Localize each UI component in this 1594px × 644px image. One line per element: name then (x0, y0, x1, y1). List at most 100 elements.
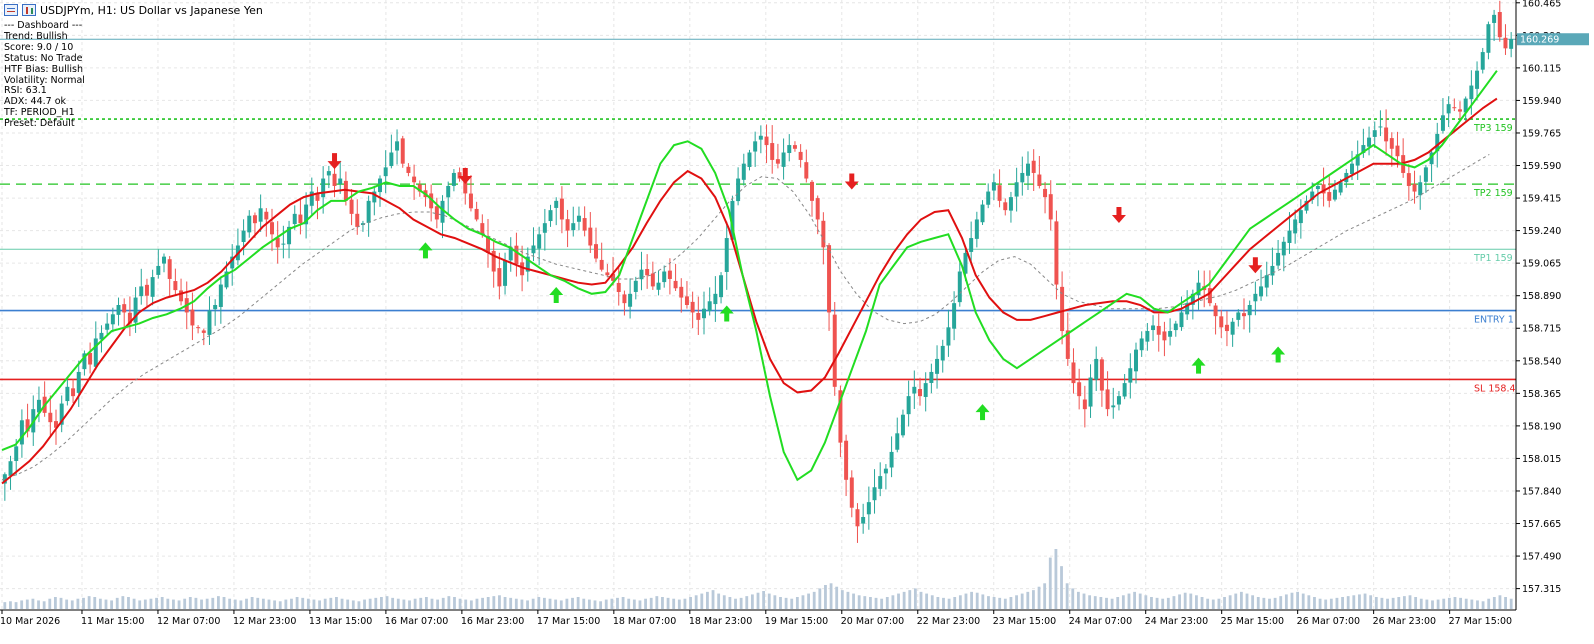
volume-bar (947, 598, 951, 609)
volume-bar (25, 599, 29, 609)
volume-bar (436, 599, 440, 609)
x-tick-label: 12 Mar 07:00 (157, 616, 220, 627)
candle-body (798, 151, 803, 160)
volume-bar (475, 598, 479, 609)
candle-body (1287, 230, 1292, 243)
volume-bar (750, 594, 754, 609)
candle-body (957, 271, 962, 303)
volume-bar (1037, 586, 1041, 609)
volume-bar (1464, 598, 1468, 609)
volume-bar (1071, 588, 1075, 609)
volume-bar (155, 597, 158, 609)
candle-body (1219, 316, 1224, 328)
candle-body (252, 215, 257, 224)
candle-body (605, 272, 610, 276)
volume-bar (492, 596, 496, 609)
candle-body (321, 178, 326, 198)
candle-body (1503, 37, 1508, 49)
volume-bar (70, 600, 74, 609)
buy-signal-arrow-shape (549, 286, 564, 303)
volume-bar (1453, 597, 1457, 609)
candle-body (105, 323, 110, 330)
volume-bar (1121, 595, 1125, 609)
candle-body (1509, 39, 1514, 49)
candle-body (792, 145, 797, 149)
candle-body (872, 487, 877, 501)
buy-signal-arrow-shape (418, 242, 433, 259)
candle-body (753, 141, 758, 152)
volume-bar (1425, 599, 1429, 609)
list-icon[interactable] (4, 4, 18, 16)
candle-body (1378, 126, 1383, 128)
candle-body (179, 290, 184, 302)
level-label-tp1: TP1 159 (1473, 253, 1513, 264)
candle-body (821, 220, 826, 248)
candle-body (173, 281, 178, 291)
volume-bar (1178, 594, 1181, 609)
volume-bar (897, 593, 900, 609)
candlestick-icon[interactable] (22, 4, 36, 16)
volume-bar (863, 596, 867, 609)
candle-body (497, 268, 502, 287)
volume-bar (1470, 599, 1474, 609)
level-label-tp3: TP3 159 (1473, 123, 1513, 134)
candle-body (980, 204, 985, 223)
candle-body (1173, 323, 1178, 331)
sell-signal-arrow-shape (458, 167, 473, 184)
candle-body (883, 468, 888, 474)
candle-body (1105, 389, 1110, 410)
sell-signal-arrow (458, 167, 473, 184)
candle-body (474, 208, 479, 220)
volume-bar (1273, 597, 1277, 609)
volume-bar (1223, 597, 1226, 609)
volume-bar (1374, 597, 1378, 609)
y-tick-label: 157.840 (1522, 486, 1561, 497)
volume-bar (447, 596, 451, 609)
x-tick-label: 25 Mar 15:00 (1221, 616, 1284, 627)
candle-body (1389, 138, 1394, 149)
volume-bar (1009, 597, 1013, 609)
volume-bar (531, 598, 535, 609)
candle-body (366, 200, 371, 223)
volume-bar (655, 596, 659, 609)
candle-body (1458, 109, 1462, 112)
volume-bar (818, 588, 822, 609)
volume-bar (593, 600, 597, 609)
volume-bar (857, 595, 861, 609)
volume-bar (408, 600, 411, 609)
volume-bar (1397, 597, 1401, 609)
candle-body (281, 243, 286, 245)
volume-bar (1476, 600, 1479, 609)
volume-bar (284, 599, 288, 609)
candle-body (986, 191, 991, 205)
volume-bar (987, 596, 990, 609)
candle-body (298, 214, 303, 224)
price-chart: TP3 159 TP2 159 TP1 159 ENTRY 1 SL 158.4 160… (0, 0, 1589, 627)
candle-body (14, 446, 19, 461)
candle-body (1281, 241, 1286, 256)
volume-bar (250, 597, 254, 609)
volume-bar (1492, 597, 1496, 609)
volume-bar (795, 597, 799, 609)
volume-bar (267, 599, 271, 609)
buy-signal-arrow (1271, 346, 1286, 363)
candle-body (1008, 197, 1013, 211)
candle-body (1026, 163, 1030, 176)
volume-bar (464, 599, 468, 609)
volume-bar (20, 600, 24, 609)
candle-body (218, 284, 223, 307)
candle-body (1338, 182, 1343, 193)
chart-title-bar: USDJPYm, H1: US Dollar vs Japanese Yen (4, 2, 263, 18)
volume-bar (627, 598, 631, 609)
volume-bar (441, 597, 445, 609)
candle-body (1111, 405, 1116, 408)
volume-bar (661, 597, 664, 609)
dashboard-htf-bias: HTF Bias: Bullish (4, 63, 84, 75)
volume-bar (677, 599, 681, 609)
volume-bar (194, 597, 198, 609)
candle-body (662, 271, 667, 283)
candle-body (1179, 312, 1184, 328)
volume-bar (1082, 593, 1086, 609)
candle-body (935, 358, 940, 374)
candle-body (332, 173, 337, 186)
